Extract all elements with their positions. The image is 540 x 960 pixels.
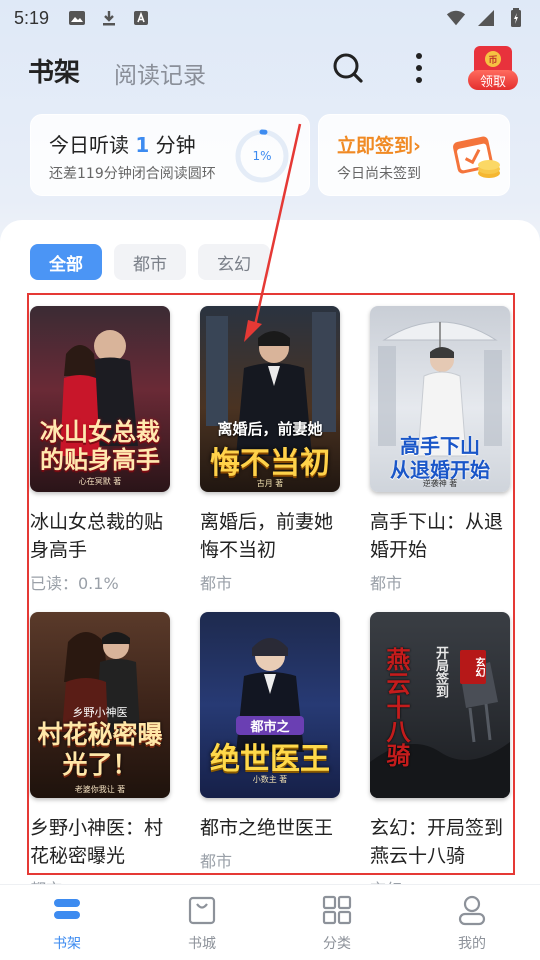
filter-urban[interactable]: 都市 [114,244,186,280]
book-progress: 已读：0.1% [30,574,119,593]
book-cover[interactable]: 开局签到 燕云十八骑 玄幻 [370,612,510,798]
nav-bookstore[interactable]: 书城 [162,893,242,953]
book-title: 离婚后，前妻她悔不当初 [200,511,334,561]
reward-claim-label: 领取 [468,70,518,90]
listen-title: 今日听读 1 分钟 [49,129,196,158]
book-item[interactable]: 离婚后，前妻她 悔不当初 古月 著 离婚后，前妻她悔不当初 都市 [200,306,342,594]
nav-label: 分类 [323,936,351,952]
book-genre: 都市 [370,574,403,593]
status-time: 5:19 [14,7,50,28]
nav-label: 书架 [53,936,81,952]
book-item[interactable]: 乡野小神医 村花秘密曝光了！ 老婆你我让 著 乡野小神医：村花秘密曝光 都市 [30,612,172,900]
cover-author: 老婆你我让 著 [74,785,126,794]
wifi-icon [446,8,466,28]
book-item[interactable]: 冰山女总裁的贴身高手 心在冥默 著 冰山女总裁的贴身高手 已读：0.1% [30,306,172,594]
cover-title: 悔不当初 [210,446,330,481]
search-button[interactable] [330,50,366,86]
battery-icon [506,8,526,28]
book-item[interactable]: 都市之 绝世医王 小数主 著 都市之绝世医王 都市 [200,612,342,872]
signal-icon [476,8,496,28]
cover-title: 燕云十八骑 [382,647,411,767]
top-nav: 书架 阅读记录 币 领取 [0,44,540,94]
book-genre: 都市 [200,574,233,593]
user-icon [458,895,486,926]
cover-author: 古月 著 [256,479,284,488]
download-notification-icon [99,8,119,28]
cover-subtitle: 都市之 [236,716,304,735]
bookshelf-icon [54,899,80,919]
cover-subtitle: 乡野小神医 [72,706,128,719]
image-notification-icon [67,8,87,28]
sign-in-title: 立即签到› [337,135,421,157]
status-bar: 5:19 [0,0,540,36]
calendar-coin-icon [452,136,500,178]
cover-author: 逆袭神 著 [422,479,458,488]
more-dot-icon [416,77,422,83]
more-dot-icon [416,53,422,59]
nav-profile[interactable]: 我的 [432,893,512,953]
filter-fantasy[interactable]: 玄幻 [198,244,270,280]
book-item[interactable]: 高手下山 从退婚开始 逆袭神 著 高手下山：从退婚开始 都市 [370,306,512,594]
shopping-bag-icon [188,896,216,925]
tab-bookshelf[interactable]: 书架 [28,52,80,89]
sign-in-subtitle: 今日尚未签到 [337,166,421,182]
more-menu-button[interactable] [404,50,434,86]
reward-claim-button[interactable]: 币 领取 [466,46,520,92]
cover-author: 小数主 著 [252,775,288,784]
book-title: 玄幻：开局签到燕云十八骑 [370,817,504,867]
listen-title-prefix: 今日听读 [49,133,136,157]
listen-subtitle: 还差119分钟闭合阅读圆环 [49,166,216,182]
listen-progress-card[interactable]: 今日听读 1 分钟 还差119分钟闭合阅读圆环 1% [30,114,310,196]
nav-label: 书城 [188,936,216,952]
book-title: 乡野小神医：村花秘密曝光 [30,817,164,867]
book-title: 都市之绝世医王 [200,817,334,839]
book-item[interactable]: 开局签到 燕云十八骑 玄幻 玄幻：开局签到燕云十八骑 玄幻 [370,612,512,900]
bottom-nav: 书架 书城 分类 我的 [0,884,540,960]
book-genre: 都市 [200,852,233,871]
book-cover[interactable]: 冰山女总裁的贴身高手 心在冥默 著 [30,306,170,492]
cover-genre-tag: 玄幻 [460,650,486,684]
book-cover[interactable]: 离婚后，前妻她 悔不当初 古月 著 [200,306,340,492]
coin-icon: 币 [485,51,501,67]
search-icon [333,53,363,83]
progress-percent: 1% [252,149,272,163]
book-cover[interactable]: 乡野小神医 村花秘密曝光了！ 老婆你我让 著 [30,612,170,798]
cover-title: 村花秘密曝光了！ [37,720,163,779]
filter-all[interactable]: 全部 [30,244,102,280]
book-title: 冰山女总裁的贴身高手 [30,511,164,561]
sign-in-card[interactable]: 立即签到› 今日尚未签到 [318,114,510,196]
font-notification-icon [131,8,151,28]
nav-label: 我的 [458,936,486,952]
book-cover[interactable]: 高手下山 从退婚开始 逆袭神 著 [370,306,510,492]
listen-minutes: 1 [135,133,150,157]
nav-category[interactable]: 分类 [297,893,377,953]
tab-reading-history[interactable]: 阅读记录 [114,56,206,90]
cover-title: 冰山女总裁的贴身高手 [40,417,160,474]
more-dot-icon [416,65,422,71]
book-title: 高手下山：从退婚开始 [370,511,504,561]
cover-author: 心在冥默 著 [78,477,122,486]
book-cover[interactable]: 都市之 绝世医王 小数主 著 [200,612,340,798]
listen-title-suffix: 分钟 [149,133,196,157]
nav-bookshelf[interactable]: 书架 [27,893,107,953]
cover-subtitle: 离婚后，前妻她 [217,420,323,438]
grid-icon [322,895,352,925]
cover-title: 绝世医王 [210,742,330,777]
